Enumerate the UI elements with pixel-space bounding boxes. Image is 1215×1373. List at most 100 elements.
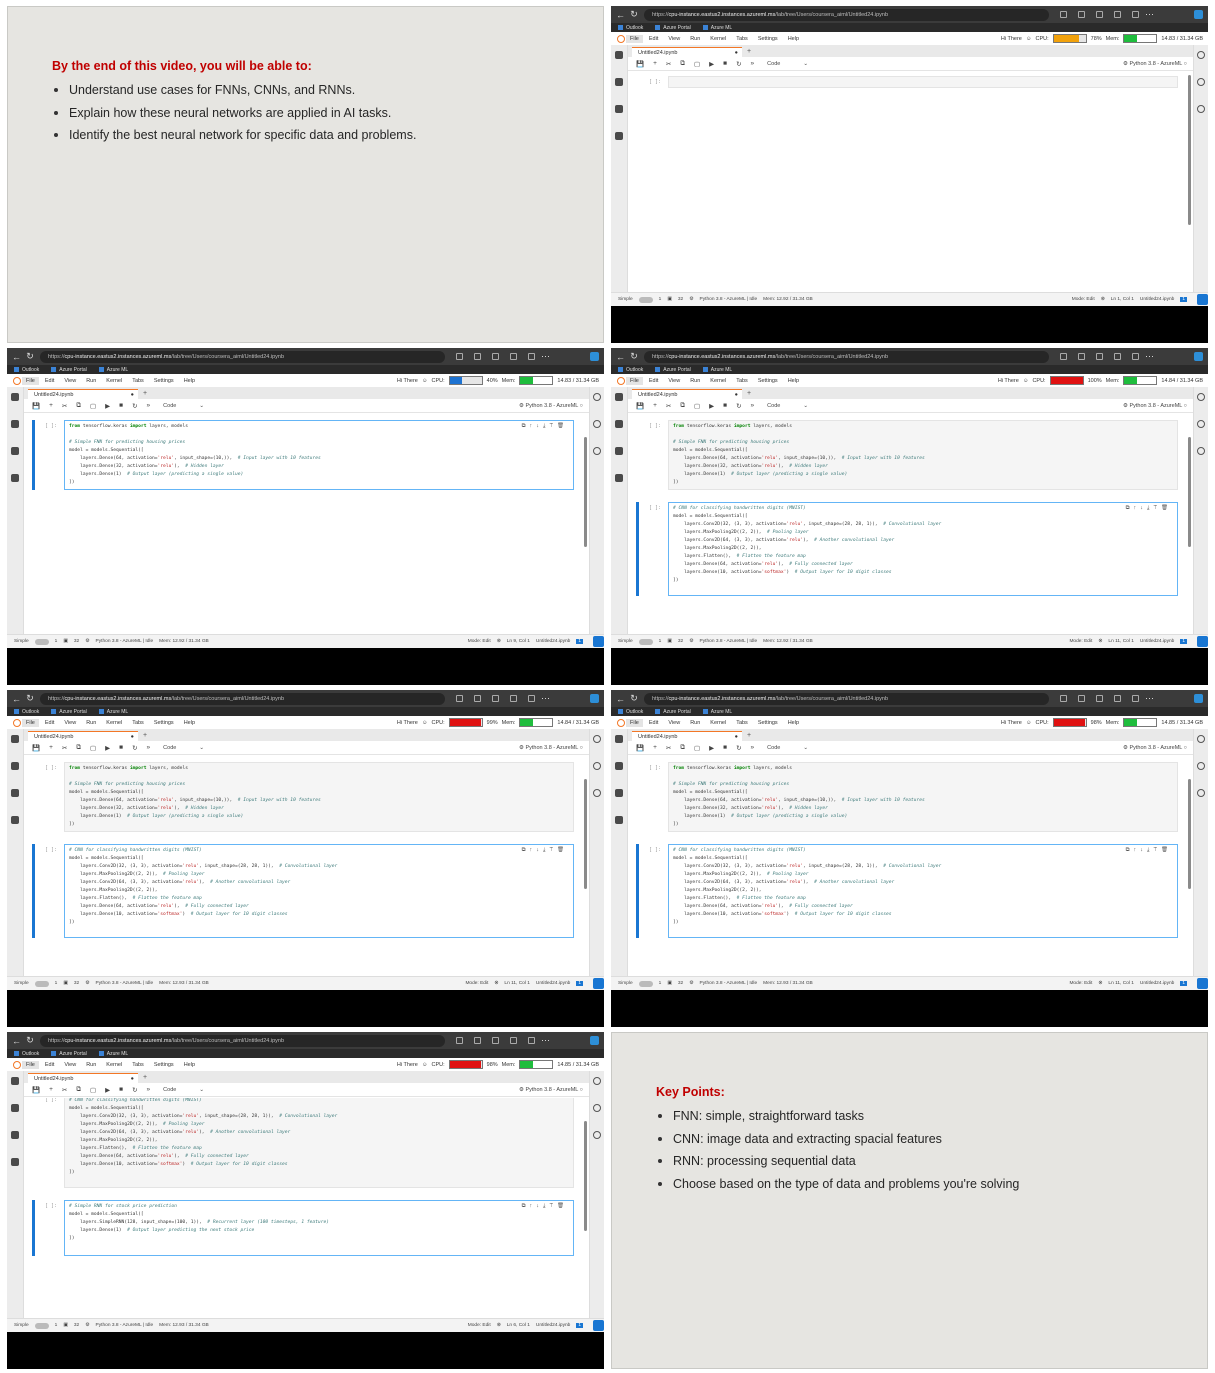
scrollbar-thumb[interactable] — [1188, 75, 1191, 225]
extensions-icon[interactable] — [528, 695, 535, 702]
running-kernels-icon[interactable] — [11, 1104, 19, 1112]
code-cell[interactable]: [ ]: — [636, 76, 1184, 88]
simple-mode-toggle[interactable] — [638, 296, 653, 303]
menu-tabs[interactable]: Tabs — [736, 36, 748, 42]
unsaved-dot-icon[interactable]: ● — [735, 390, 738, 399]
debugger-icon[interactable] — [1197, 762, 1205, 770]
more-menu-icon[interactable]: ⋯ — [541, 693, 550, 704]
split-view-icon[interactable] — [474, 695, 481, 702]
vertical-scrollbar[interactable] — [584, 759, 588, 959]
address-bar[interactable]: https://cpu-instance.eastus2.instances.a… — [40, 1034, 445, 1047]
menu-file[interactable]: File — [626, 376, 643, 385]
stop-icon[interactable]: ■ — [723, 744, 727, 751]
cell-type-select[interactable]: Code — [767, 61, 780, 67]
favorite-link[interactable]: Azure ML — [99, 1051, 128, 1057]
edge-copilot-icon[interactable] — [590, 694, 599, 703]
refresh-icon[interactable]: ↻ — [630, 693, 638, 704]
menu-file[interactable]: File — [626, 34, 643, 43]
new-tab-button[interactable]: + — [747, 47, 751, 57]
vertical-scrollbar[interactable] — [1188, 75, 1192, 275]
favorite-link[interactable]: Azure ML — [703, 25, 732, 31]
code-cell[interactable]: [ ]: # Simple RNN for stock price predict… — [32, 1200, 580, 1256]
cell-editor[interactable] — [668, 76, 1178, 88]
menu-help[interactable]: Help — [788, 378, 799, 384]
paste-icon[interactable]: ▢ — [694, 402, 700, 410]
property-inspector-icon[interactable] — [593, 735, 601, 743]
more-menu-icon[interactable]: ⋯ — [1145, 351, 1154, 362]
menu-view[interactable]: View — [64, 720, 76, 726]
cell-type-select[interactable]: Code — [163, 745, 176, 751]
favorite-link[interactable]: Azure Portal — [655, 25, 691, 31]
notification-count[interactable]: 1 — [1180, 639, 1187, 644]
cell-editor[interactable]: # CNN for classifying handwritten digits… — [668, 844, 1178, 938]
fast-forward-icon[interactable]: » — [147, 1086, 151, 1093]
settings-gear-icon[interactable] — [593, 789, 601, 797]
fast-forward-icon[interactable]: » — [751, 402, 755, 409]
unsaved-dot-icon[interactable]: ● — [735, 732, 738, 741]
favorites-icon[interactable] — [1096, 353, 1103, 360]
chevron-down-icon[interactable]: ⌄ — [803, 745, 808, 751]
run-icon[interactable]: ▶ — [709, 60, 714, 68]
table-of-contents-icon[interactable] — [615, 447, 623, 455]
add-cell-icon[interactable]: + — [653, 402, 657, 409]
run-icon[interactable]: ▶ — [709, 402, 714, 410]
notification-count[interactable]: 1 — [1180, 297, 1187, 302]
run-icon[interactable]: ▶ — [105, 402, 110, 410]
code-cell[interactable]: [ ]: # CNN for classifying handwritten di… — [636, 844, 1184, 938]
stop-icon[interactable]: ■ — [119, 744, 123, 751]
notification-bell-icon[interactable] — [1197, 294, 1208, 305]
restart-icon[interactable]: ↻ — [132, 402, 137, 410]
favorite-star-icon[interactable] — [456, 353, 463, 360]
kernel-indicator[interactable]: ⚙ Python 3.8 - AzureML ○ — [1123, 61, 1187, 67]
collections-icon[interactable] — [1114, 695, 1121, 702]
more-menu-icon[interactable]: ⋯ — [1145, 9, 1154, 20]
menu-help[interactable]: Help — [184, 1062, 195, 1068]
favorite-link[interactable]: Outlook — [618, 709, 643, 715]
unsaved-dot-icon[interactable]: ● — [131, 390, 134, 399]
menu-view[interactable]: View — [668, 720, 680, 726]
back-icon[interactable]: ← — [12, 694, 21, 704]
menu-settings[interactable]: Settings — [154, 1062, 174, 1068]
menu-run[interactable]: Run — [690, 378, 700, 384]
edge-copilot-icon[interactable] — [1194, 694, 1203, 703]
favorite-link[interactable]: Azure ML — [703, 709, 732, 715]
running-kernels-icon[interactable] — [11, 420, 19, 428]
collections-icon[interactable] — [510, 695, 517, 702]
new-tab-button[interactable]: + — [143, 731, 147, 741]
menu-tabs[interactable]: Tabs — [132, 720, 144, 726]
menu-file[interactable]: File — [22, 376, 39, 385]
favorite-link[interactable]: Azure ML — [703, 367, 732, 373]
running-kernels-icon[interactable] — [11, 762, 19, 770]
menu-kernel[interactable]: Kernel — [106, 720, 122, 726]
settings-gear-icon[interactable] — [1197, 447, 1205, 455]
favorites-icon[interactable] — [492, 353, 499, 360]
chevron-down-icon[interactable]: ⌄ — [803, 403, 808, 409]
new-tab-button[interactable]: + — [143, 1073, 147, 1083]
extensions-icon[interactable] — [11, 816, 19, 824]
menu-settings[interactable]: Settings — [758, 720, 778, 726]
favorite-star-icon[interactable] — [1060, 695, 1067, 702]
menu-tabs[interactable]: Tabs — [736, 720, 748, 726]
simple-mode-toggle[interactable] — [638, 638, 653, 645]
cell-editor[interactable]: # CNN for classifying handwritten digits… — [668, 502, 1178, 596]
collections-icon[interactable] — [510, 353, 517, 360]
split-view-icon[interactable] — [474, 1037, 481, 1044]
menu-settings[interactable]: Settings — [154, 378, 174, 384]
chevron-down-icon[interactable]: ⌄ — [199, 403, 204, 409]
scrollbar-thumb[interactable] — [584, 1121, 587, 1231]
property-inspector-icon[interactable] — [1197, 393, 1205, 401]
save-icon[interactable]: 💾 — [32, 744, 40, 752]
paste-icon[interactable]: ▢ — [90, 1086, 96, 1094]
refresh-icon[interactable]: ↻ — [630, 9, 638, 20]
edge-copilot-icon[interactable] — [590, 352, 599, 361]
collections-icon[interactable] — [1114, 11, 1121, 18]
menu-file[interactable]: File — [22, 718, 39, 727]
favorites-icon[interactable] — [492, 1037, 499, 1044]
notification-count[interactable]: 1 — [1180, 981, 1187, 986]
copy-icon[interactable]: ⧉ — [76, 744, 81, 752]
code-cell[interactable]: [ ]: from tensorflow.keras import layers,… — [636, 762, 1184, 832]
more-menu-icon[interactable]: ⋯ — [541, 1035, 550, 1046]
status-kernel[interactable]: Python 3.8 - AzureML | Idle — [700, 981, 758, 986]
copy-icon[interactable]: ⧉ — [76, 1086, 81, 1094]
cut-icon[interactable]: ✂ — [62, 402, 67, 410]
